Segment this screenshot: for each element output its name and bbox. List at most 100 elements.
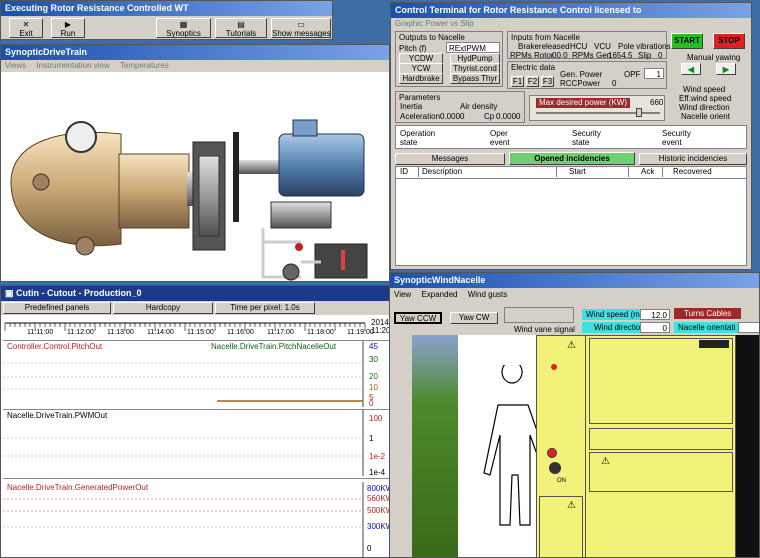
cp-label: Cp — [484, 112, 495, 121]
opf-field[interactable]: 1 — [644, 68, 664, 79]
slip-label: Slip — [638, 51, 652, 60]
time-tick-label: 11:16:00 — [227, 329, 254, 336]
pwm-trend-plot — [3, 410, 364, 476]
arrow-right-icon: ▶ — [722, 65, 730, 74]
yaw-ccw-button[interactable]: Yaw CCW — [394, 312, 442, 324]
synoptics-label: Synoptics — [166, 29, 201, 38]
pitch-output-field[interactable]: RExtPWM — [446, 42, 500, 53]
f1-button[interactable]: F1 — [511, 76, 524, 87]
parameters-group: Parameters Inertia Air density Acelerati… — [395, 91, 525, 123]
nacelle-orient-box: Nacelle orientati — [674, 322, 740, 333]
exit-button[interactable]: ✕ Exit — [9, 18, 43, 38]
time-tick-label: 11:13:00 — [107, 329, 134, 336]
stop-button[interactable]: STOP — [713, 33, 745, 49]
show-messages-label: Show messages — [272, 29, 331, 38]
rpm-gen-label: RPMs Gen — [572, 51, 612, 60]
menu-graphic-power-slip[interactable]: Graphic Power vs Slip — [395, 19, 474, 28]
pwm-scale-1: 1 — [369, 434, 374, 443]
cabinet-divider — [585, 336, 586, 557]
red-button-light[interactable] — [547, 448, 557, 458]
bolt-icon-2 — [75, 236, 95, 256]
max-power-slider-thumb[interactable] — [636, 108, 643, 117]
security-state-label: Security state — [572, 129, 601, 147]
red-indicator-light — [551, 364, 557, 370]
hardcopy-button[interactable]: Hardcopy — [113, 302, 213, 314]
menu-view[interactable]: View — [394, 290, 411, 299]
operation-state-label: Operation state — [400, 129, 436, 147]
pitch-trend-plot — [3, 341, 364, 407]
main-switch-icon[interactable] — [549, 462, 561, 474]
pitch-gauge-icon — [65, 121, 97, 153]
outputs-group: Outputs to Nacelle Pitch (f) RExtPWM YCD… — [395, 31, 503, 87]
wind-vane-field — [504, 307, 574, 323]
time-tick-label: 11:17:00 — [267, 329, 294, 336]
hardbrake-button[interactable]: Hardbrake — [399, 73, 443, 84]
time-tick-label: 11:12:00 — [67, 329, 94, 336]
predefined-panels-button[interactable]: Predefined panels — [3, 302, 111, 314]
menu-expanded[interactable]: Expanded — [421, 290, 457, 299]
pitch-scale-10: 10 — [369, 383, 378, 392]
start-button[interactable]: START — [671, 33, 703, 49]
col-ack: Ack — [628, 167, 654, 177]
rcc-power-label: RCCPower — [560, 79, 601, 88]
menu-instrumentation-view[interactable]: Instrumentation view — [36, 61, 109, 70]
synoptics-icon: ▦ — [179, 20, 188, 29]
menu-temperatures[interactable]: Temperatures — [120, 61, 169, 70]
acceleration-label: Aceleration — [400, 112, 441, 121]
time-tick-labels: 11:11:00 11:12:00 11:13:00 11:14:00 11:15:00… — [1, 328, 374, 338]
power-trend-plot — [3, 482, 364, 557]
brake-disc — [233, 132, 239, 222]
high-speed-shaft — [239, 160, 279, 174]
tutorials-button[interactable]: ▤ Tutorials — [215, 18, 267, 38]
cabinet-display-icon — [699, 340, 729, 348]
tutorials-label: Tutorials — [225, 29, 257, 38]
slip-value: 0 — [658, 51, 663, 60]
main-bearing — [118, 153, 190, 229]
wind-direction-field[interactable]: 0 — [640, 322, 670, 333]
time-tick-label: 11:15:00 — [187, 329, 214, 336]
run-icon: ▶ — [64, 20, 72, 29]
synoptics-button[interactable]: ▦ Synoptics — [156, 18, 211, 38]
control-terminal-title: Control Terminal for Rotor Resistance Co… — [391, 3, 751, 18]
drivetrain-window: SynopticDriveTrain Views Instrumentation… — [0, 44, 390, 282]
tank-indicator — [341, 250, 345, 270]
inertia-label: Inertia — [400, 102, 423, 111]
wind-vane-label: Wind vane signal — [514, 325, 575, 334]
yaw-right-button[interactable]: ▶ — [716, 63, 736, 75]
yaw-left-button[interactable]: ◀ — [681, 63, 701, 75]
acceleration-value: 0.0000 — [440, 112, 465, 121]
manual-yawing-label: Manual yawing — [687, 53, 741, 62]
menu-views[interactable]: Views — [5, 61, 26, 70]
col-description: Description — [418, 167, 462, 177]
wind-speed-field[interactable]: 12.0 — [640, 309, 670, 320]
chart-window-icon: ▣ — [5, 288, 17, 298]
oper-event-label: Oper event — [490, 129, 510, 147]
drivetrain-menubar: Views Instrumentation view Temperatures — [1, 60, 389, 72]
menu-wind-gusts[interactable]: Wind gusts — [468, 290, 508, 299]
max-power-label: Max desired power (KW) — [536, 98, 631, 108]
gearbox-gear — [198, 155, 220, 237]
tab-historic-incidencies[interactable]: Historic incidencies — [639, 153, 747, 165]
cabinet-panel-right-1 — [589, 338, 733, 424]
bypass-thyr-button[interactable]: Bypass Thyr — [450, 73, 500, 84]
cabinet-panel-right-3 — [589, 452, 733, 492]
f3-button[interactable]: F3 — [541, 76, 554, 87]
nacelle-orient-label: Nacelle orient — [681, 112, 730, 121]
run-button[interactable]: ▶ Run — [51, 18, 85, 38]
show-messages-button[interactable]: ▭ Show messages — [271, 18, 331, 38]
electric-title: Electric data — [511, 63, 556, 72]
cutin-window-title: ▣ Cutin - Cutout - Production_0 — [1, 286, 409, 301]
time-tick-label: 11:19:00 — [347, 329, 374, 336]
landscape-strip — [412, 335, 458, 557]
power-scale-0: 0 — [367, 544, 372, 553]
time-tick-label: 11:18:00 — [307, 329, 334, 336]
tab-messages[interactable]: Messages — [395, 153, 505, 165]
control-cabinet: ⚠ ⚠ ⚠ ON — [536, 335, 736, 557]
cabinet-on-label: ON — [557, 478, 566, 484]
max-power-value: 660 — [650, 98, 664, 107]
yaw-cw-button[interactable]: Yaw CW — [450, 312, 498, 324]
turns-cables-label: Turns Cables — [674, 308, 742, 319]
tab-opened-incidencies[interactable]: Opened incidencies — [509, 152, 635, 165]
time-per-pixel-button[interactable]: Time per pixel: 1.0s — [215, 302, 315, 314]
f2-button[interactable]: F2 — [526, 76, 539, 87]
